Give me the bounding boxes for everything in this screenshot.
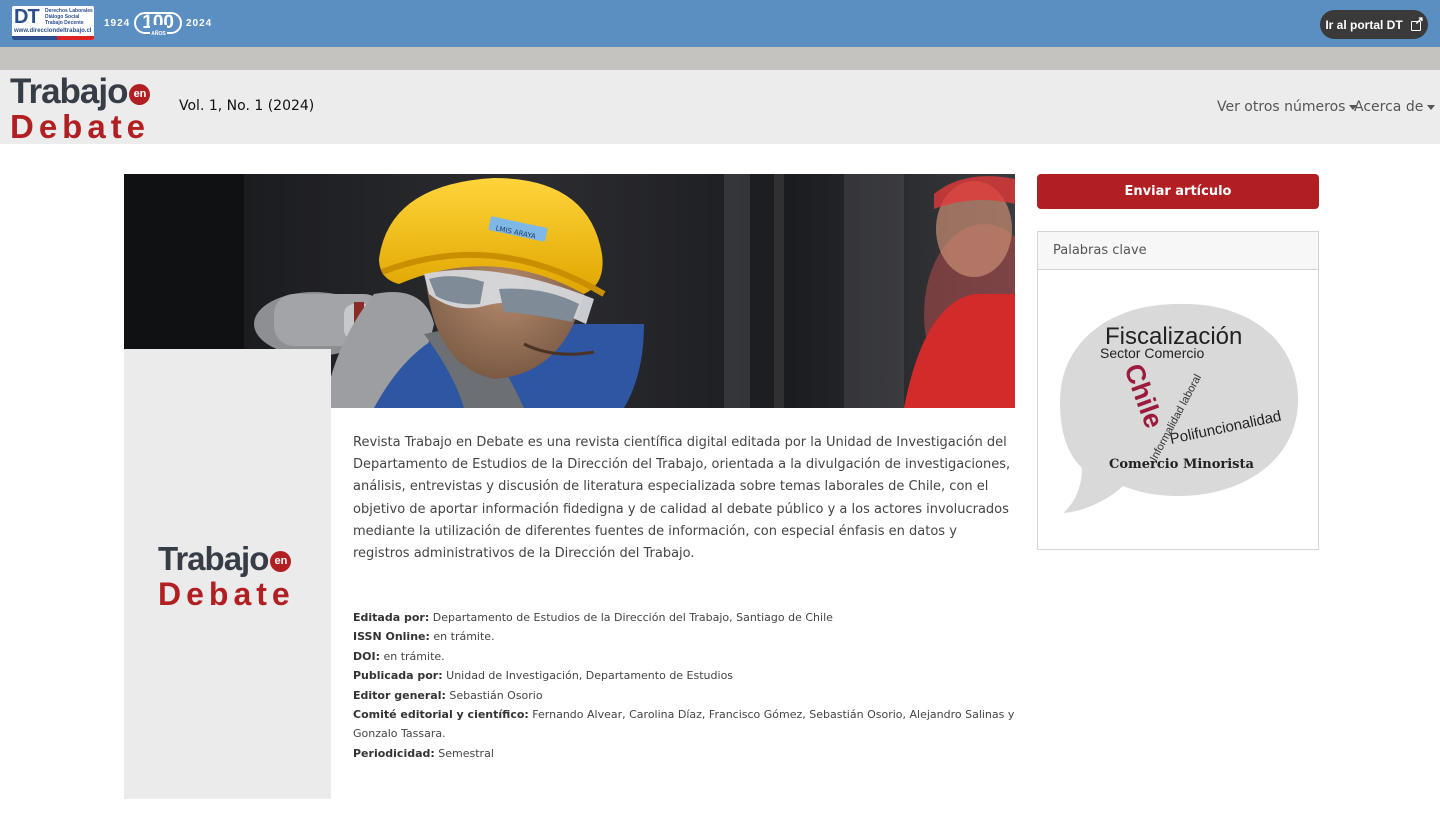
anniversary-end-year: 2024 bbox=[185, 17, 213, 29]
left-logo-panel: Trabajo en Debate bbox=[124, 349, 331, 799]
meta-label: Comité editorial y científico: bbox=[353, 708, 529, 722]
dt-logo-letters: DT bbox=[14, 6, 40, 28]
portal-dt-button-label: Ir al portal DT bbox=[1325, 17, 1403, 32]
logo-badge-en: en bbox=[270, 550, 292, 572]
external-link-icon bbox=[1410, 14, 1424, 31]
site-header: Trabajo en Debate Vol. 1, No. 1 (2024) Ve… bbox=[0, 70, 1440, 144]
keywords-card: Palabras clave Fiscalización Sector Come… bbox=[1037, 231, 1319, 550]
dt-logo[interactable]: DT Derechos Laborales Diálogo Social Tra… bbox=[12, 6, 94, 40]
dt-logo-url: www.direcciondeltrabajo.cl bbox=[14, 28, 92, 34]
meta-row: Periodicidad: Semestral bbox=[353, 744, 1015, 763]
meta-value: Semestral bbox=[438, 746, 494, 760]
dt-logo-tagline: Derechos Laborales Diálogo Social Trabaj… bbox=[45, 8, 93, 26]
meta-label: Editada por: bbox=[353, 611, 430, 624]
portal-dt-button[interactable]: Ir al portal DT bbox=[1320, 10, 1428, 39]
issue-title: Vol. 1, No. 1 (2024) bbox=[179, 98, 315, 114]
meta-row: Publicada por: Unidad de Investigación, … bbox=[353, 666, 1015, 685]
nav-ver-otros-numeros[interactable]: Ver otros números bbox=[1217, 99, 1358, 115]
nav-acerca-de[interactable]: Acerca de bbox=[1354, 99, 1436, 115]
nav-acerca-de-label: Acerca de bbox=[1354, 99, 1424, 115]
meta-label: Publicada por: bbox=[353, 669, 443, 683]
meta-row: Editada por: Departamento de Estudios de… bbox=[353, 608, 1015, 627]
anniversary-number: 100 AÑOS bbox=[134, 12, 182, 43]
keywords-title: Palabras clave bbox=[1038, 232, 1318, 270]
header-separator-strip bbox=[0, 47, 1440, 70]
keyword-cloud: Fiscalización Sector Comercio Chile Info… bbox=[1038, 270, 1318, 549]
anniversary-label: AÑOS bbox=[150, 25, 167, 43]
meta-value: Departamento de Estudios de la Dirección… bbox=[432, 611, 833, 624]
meta-row: ISSN Online: en trámite. bbox=[353, 627, 1015, 646]
meta-label: DOI: bbox=[353, 649, 380, 663]
meta-label: Periodicidad: bbox=[353, 746, 435, 760]
meta-value: en trámite. bbox=[383, 649, 445, 663]
meta-value: en trámite. bbox=[433, 630, 495, 644]
nav-ver-otros-numeros-label: Ver otros números bbox=[1217, 99, 1346, 115]
meta-row: Comité editorial y científico: Fernando … bbox=[353, 705, 1015, 744]
anniversary-start-year: 1924 bbox=[104, 17, 131, 29]
meta-label: Editor general: bbox=[353, 688, 446, 702]
journal-logo-large: Trabajo en Debate bbox=[158, 541, 295, 611]
top-bar: DT Derechos Laborales Diálogo Social Tra… bbox=[0, 0, 1440, 47]
dt-logo-flag-stripe bbox=[12, 36, 94, 40]
logo-word-debate: Debate bbox=[10, 108, 151, 145]
meta-label: ISSN Online: bbox=[353, 630, 430, 644]
meta-value: Sebastián Osorio bbox=[449, 688, 543, 702]
keyword-cloud-graphic: Fiscalización Sector Comercio Chile Info… bbox=[1060, 303, 1298, 513]
keyword-comercio-minorista[interactable]: Comercio Minorista bbox=[1109, 457, 1255, 472]
journal-metadata: Editada por: Departamento de Estudios de… bbox=[353, 608, 1015, 763]
meta-row: Editor general: Sebastián Osorio bbox=[353, 686, 1015, 705]
anniversary-badge: 1924 100 AÑOS 2024 bbox=[104, 12, 213, 43]
logo-badge-en: en bbox=[129, 83, 151, 105]
keyword-sector-comercio[interactable]: Sector Comercio bbox=[1100, 345, 1204, 361]
logo-word-trabajo: Trabajo bbox=[158, 540, 269, 577]
logo-word-trabajo: Trabajo bbox=[10, 72, 128, 111]
journal-description: Revista Trabajo en Debate es una revista… bbox=[353, 435, 1011, 562]
journal-logo[interactable]: Trabajo en Debate bbox=[10, 72, 151, 145]
submit-article-button[interactable]: Enviar artículo bbox=[1037, 174, 1319, 209]
meta-row: DOI: en trámite. bbox=[353, 647, 1015, 666]
chevron-down-icon bbox=[1427, 104, 1436, 110]
logo-word-debate: Debate bbox=[158, 576, 295, 612]
meta-value: Unidad de Investigación, Departamento de… bbox=[446, 669, 734, 683]
